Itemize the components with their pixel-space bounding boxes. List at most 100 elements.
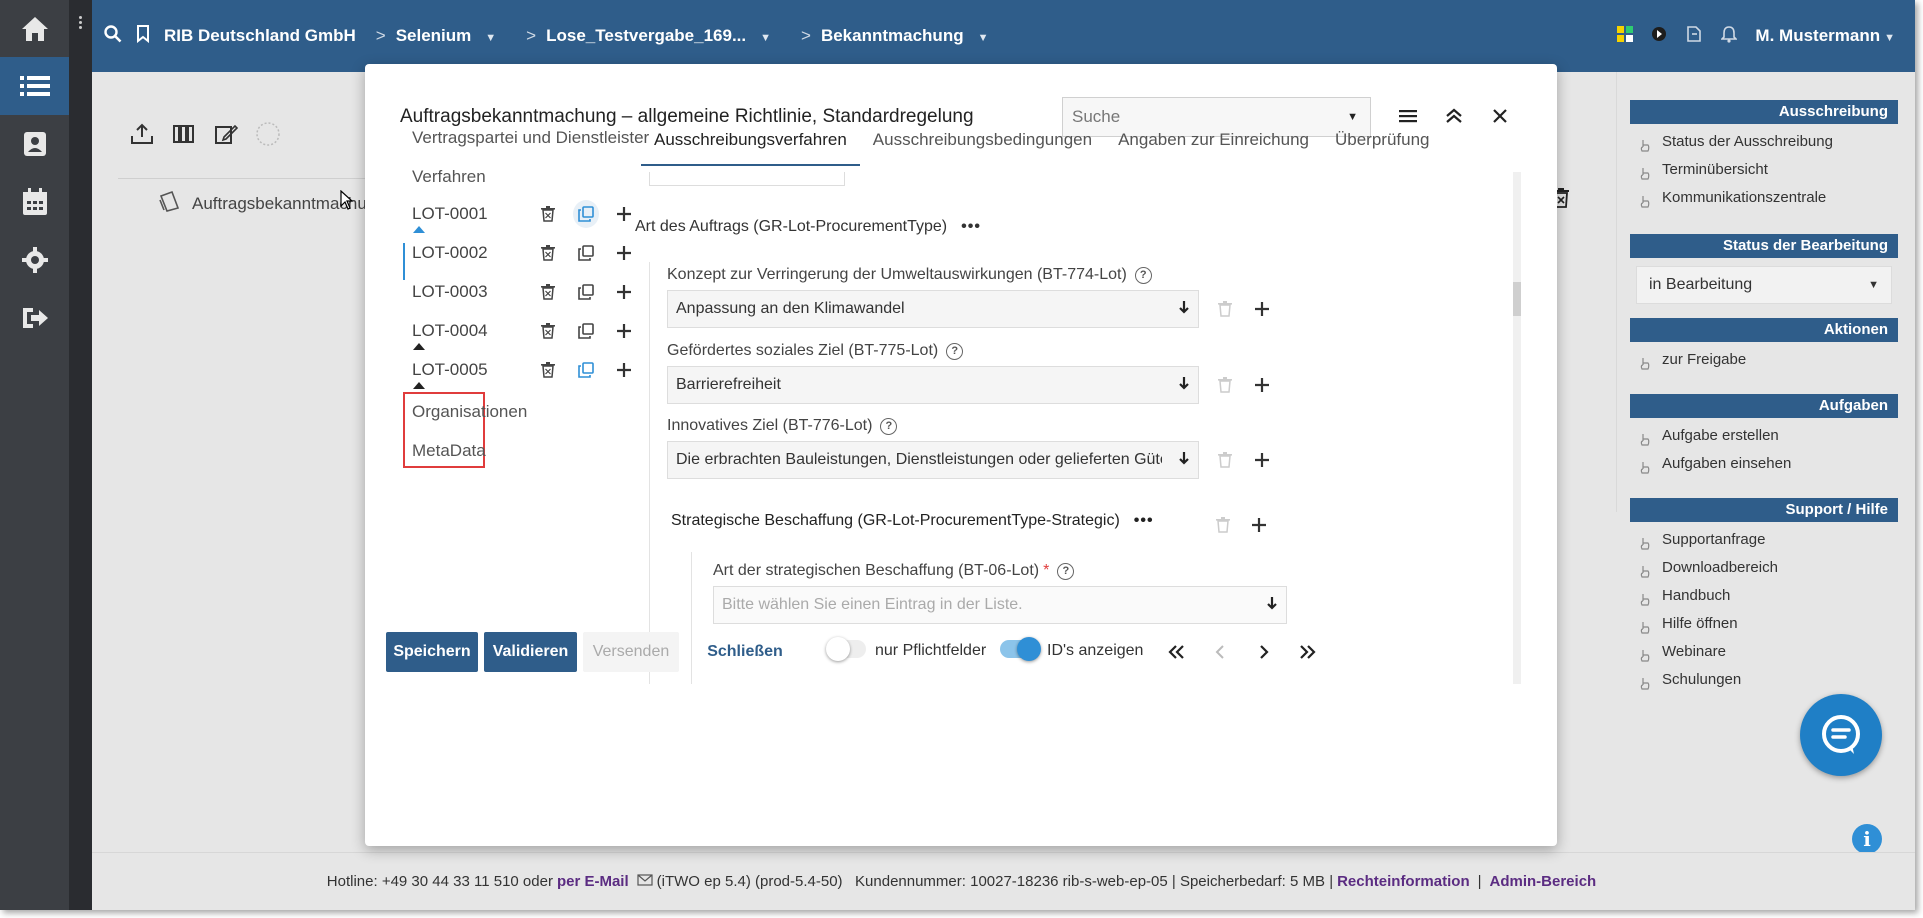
breadcrumb-tender[interactable]: Lose_Testvergabe_169... ▼ — [546, 26, 781, 46]
plus-icon[interactable] — [611, 239, 637, 267]
last-page-icon[interactable] — [1295, 636, 1321, 668]
library-icon[interactable] — [170, 120, 198, 148]
nav-verfahren[interactable]: Verfahren — [412, 167, 486, 187]
field-select[interactable]: Barrierefreiheit — [667, 366, 1199, 404]
expand-triangle-icon[interactable] — [413, 343, 425, 350]
panel-link[interactable]: Kommunikationszentrale — [1630, 184, 1898, 212]
list-icon[interactable] — [0, 57, 69, 115]
tab-angaben-zur-einreichung[interactable]: Angaben zur Einreichung — [1105, 124, 1322, 166]
next-page-icon[interactable] — [1251, 636, 1277, 668]
panel-link[interactable]: Hilfe öffnen — [1630, 610, 1898, 638]
strategic-select[interactable]: Bitte wählen Sie einen Eintrag in der Li… — [713, 586, 1287, 624]
nav-organisationen[interactable]: Organisationen — [412, 402, 527, 422]
user-menu[interactable]: M. Mustermann ▼ — [1755, 26, 1895, 46]
copy-icon[interactable] — [573, 317, 599, 345]
nav-vertragspartei[interactable]: Vertragspartei und Dienstleister — [412, 128, 649, 148]
tab-ueberpruefung[interactable]: Überprüfung — [1322, 124, 1443, 166]
export-icon[interactable] — [1685, 25, 1703, 48]
apps-icon[interactable] — [1617, 25, 1634, 47]
search-icon[interactable] — [104, 24, 122, 48]
copy-icon[interactable] — [573, 356, 599, 384]
send-button[interactable]: Versenden — [583, 632, 679, 672]
bookmark-icon[interactable] — [136, 24, 150, 48]
validate-button[interactable]: Validieren — [484, 632, 577, 672]
breadcrumb-section[interactable]: Bekanntmachung ▼ — [821, 26, 999, 46]
trash-icon[interactable] — [535, 278, 561, 306]
chat-button[interactable] — [1800, 694, 1882, 776]
rail-toggle[interactable] — [69, 0, 92, 910]
help-icon[interactable]: ? — [1134, 266, 1152, 284]
field-select[interactable]: Die erbrachten Bauleistungen, Dienstleis… — [667, 441, 1199, 479]
footer-email-link[interactable]: per E-Mail — [557, 873, 629, 890]
background-document-item[interactable]: Auftragsbekanntmachu — [158, 190, 367, 217]
upload-icon[interactable] — [128, 120, 156, 148]
prev-page-icon[interactable] — [1207, 636, 1233, 668]
nav-metadata[interactable]: MetaData — [412, 441, 486, 461]
trash-icon[interactable] — [1213, 373, 1237, 397]
panel-link[interactable]: Webinare — [1630, 638, 1898, 666]
more-icon[interactable]: ••• — [1134, 512, 1154, 530]
gear-icon[interactable] — [0, 231, 69, 289]
copy-icon[interactable] — [573, 200, 599, 228]
plus-icon[interactable] — [1247, 513, 1271, 537]
trash-icon[interactable] — [1211, 513, 1235, 537]
plus-icon[interactable] — [1250, 448, 1274, 472]
info-icon[interactable]: i — [1852, 824, 1882, 854]
close-button[interactable]: Schließen — [705, 632, 785, 672]
first-page-icon[interactable] — [1163, 636, 1189, 668]
panel-link[interactable]: Downloadbereich — [1630, 554, 1898, 582]
tab-ausschreibungsbedingungen[interactable]: Ausschreibungsbedingungen — [860, 124, 1105, 166]
lot-item-0004[interactable]: LOT-0004 — [403, 311, 653, 351]
plus-icon[interactable] — [611, 278, 637, 306]
panel-link[interactable]: Aufgabe erstellen — [1630, 422, 1898, 450]
home-icon[interactable] — [0, 0, 69, 58]
kebab-icon[interactable] — [77, 14, 83, 31]
trash-icon[interactable] — [1213, 297, 1237, 321]
field-select[interactable]: Anpassung an den Klimawandel — [667, 290, 1199, 328]
footer-admin-link[interactable]: Admin-Bereich — [1490, 873, 1597, 890]
copy-icon[interactable] — [573, 239, 599, 267]
panel-link[interactable]: Terminübersicht — [1630, 156, 1898, 184]
panel-link[interactable]: Aufgaben einsehen — [1630, 450, 1898, 478]
show-ids-toggle[interactable] — [1000, 637, 1041, 661]
lot-item-0003[interactable]: LOT-0003 — [403, 272, 653, 312]
expand-triangle-icon[interactable] — [413, 226, 425, 233]
ted-icon[interactable] — [254, 120, 282, 148]
more-icon[interactable]: ••• — [961, 218, 981, 236]
scrollbar-thumb[interactable] — [1513, 282, 1521, 316]
help-icon[interactable]: ? — [1057, 562, 1075, 580]
plus-icon[interactable] — [1250, 297, 1274, 321]
trash-icon[interactable] — [535, 317, 561, 345]
expand-triangle-icon[interactable] — [413, 382, 425, 389]
plus-icon[interactable] — [1250, 373, 1274, 397]
plugin-icon[interactable] — [1651, 26, 1667, 47]
panel-link[interactable]: zur Freigabe — [1630, 346, 1898, 374]
trash-icon[interactable] — [535, 200, 561, 228]
trash-icon[interactable] — [1213, 448, 1237, 472]
plus-icon[interactable] — [611, 317, 637, 345]
panel-link[interactable]: Handbuch — [1630, 582, 1898, 610]
edit-icon[interactable] — [212, 120, 240, 148]
calendar-icon[interactable] — [0, 173, 69, 231]
save-button[interactable]: Speichern — [386, 632, 478, 672]
trash-icon[interactable] — [535, 239, 561, 267]
help-icon[interactable]: ? — [880, 417, 898, 435]
contacts-icon[interactable] — [0, 115, 69, 173]
copy-icon[interactable] — [573, 278, 599, 306]
lot-item-0002[interactable]: LOT-0002 — [403, 233, 653, 273]
lot-item-0001[interactable]: LOT-0001 — [403, 194, 653, 234]
tab-ausschreibungsverfahren[interactable]: Ausschreibungsverfahren — [641, 124, 860, 166]
plus-icon[interactable] — [611, 356, 637, 384]
logout-icon[interactable] — [0, 289, 69, 347]
breadcrumb-project[interactable]: Selenium ▼ — [396, 26, 506, 46]
lot-item-0005[interactable]: LOT-0005 — [403, 350, 653, 390]
trash-icon[interactable] — [535, 356, 561, 384]
collapse-all-icon[interactable] — [1441, 102, 1467, 130]
panel-link[interactable]: Status der Ausschreibung — [1630, 128, 1898, 156]
panel-link[interactable]: Supportanfrage — [1630, 526, 1898, 554]
help-icon[interactable]: ? — [946, 342, 964, 360]
breadcrumb-company[interactable]: RIB Deutschland GmbH — [164, 26, 356, 46]
required-only-toggle[interactable] — [826, 637, 866, 661]
panel-link[interactable]: Schulungen — [1630, 666, 1898, 694]
bell-icon[interactable] — [1720, 25, 1739, 48]
